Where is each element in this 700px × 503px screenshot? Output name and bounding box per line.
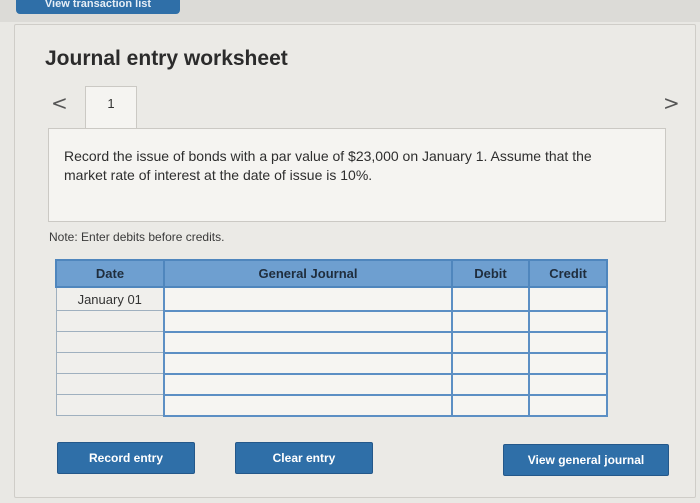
- table-row: January 01: [55, 286, 608, 312]
- debit-input[interactable]: [451, 309, 530, 333]
- date-column-header: Date: [55, 259, 165, 288]
- date-cell[interactable]: January 01: [55, 286, 165, 311]
- next-arrow-icon[interactable]: >: [663, 91, 680, 115]
- credit-input[interactable]: [528, 351, 608, 375]
- credit-column-header: Credit: [528, 259, 608, 288]
- account-input[interactable]: [163, 286, 453, 312]
- account-input[interactable]: [163, 393, 453, 417]
- worksheet-panel: Journal entry worksheet < > 1 Record the…: [14, 24, 696, 498]
- table-row: [55, 309, 608, 333]
- table-row: [55, 351, 608, 375]
- page-number: 1: [107, 96, 115, 111]
- credit-input[interactable]: [528, 372, 608, 396]
- debit-input[interactable]: [451, 330, 530, 354]
- record-entry-button[interactable]: Record entry: [57, 442, 195, 474]
- debit-input[interactable]: [451, 372, 530, 396]
- debit-input[interactable]: [451, 286, 530, 312]
- table-row: [55, 372, 608, 396]
- table-header-row: Date General Journal Debit Credit: [55, 259, 608, 288]
- date-cell[interactable]: [55, 373, 165, 395]
- credit-input[interactable]: [528, 309, 608, 333]
- instruction-box: Record the issue of bonds with a par val…: [48, 128, 666, 222]
- previous-arrow-icon[interactable]: <: [51, 91, 68, 115]
- debit-input[interactable]: [451, 393, 530, 417]
- account-input[interactable]: [163, 309, 453, 333]
- debit-column-header: Debit: [451, 259, 530, 288]
- credit-input[interactable]: [528, 286, 608, 312]
- clear-entry-button[interactable]: Clear entry: [235, 442, 373, 474]
- note-text: Note: Enter debits before credits.: [49, 230, 225, 244]
- instruction-text: Record the issue of bonds with a par val…: [64, 148, 592, 183]
- account-input[interactable]: [163, 351, 453, 375]
- view-transaction-list-button[interactable]: View transaction list: [16, 0, 180, 14]
- debit-input[interactable]: [451, 351, 530, 375]
- page-tab-1[interactable]: 1: [85, 86, 137, 131]
- account-input[interactable]: [163, 372, 453, 396]
- worksheet-title: Journal entry worksheet: [45, 47, 288, 70]
- credit-input[interactable]: [528, 393, 608, 417]
- account-input[interactable]: [163, 330, 453, 354]
- credit-input[interactable]: [528, 330, 608, 354]
- date-cell[interactable]: [55, 310, 165, 332]
- general-journal-column-header: General Journal: [163, 259, 453, 288]
- date-cell[interactable]: [55, 352, 165, 374]
- view-general-journal-button[interactable]: View general journal: [503, 444, 669, 476]
- table-row: [55, 330, 608, 354]
- journal-table: Date General Journal Debit Credit Januar…: [55, 259, 608, 417]
- date-cell[interactable]: [55, 394, 165, 416]
- table-row: [55, 393, 608, 417]
- date-cell[interactable]: [55, 331, 165, 353]
